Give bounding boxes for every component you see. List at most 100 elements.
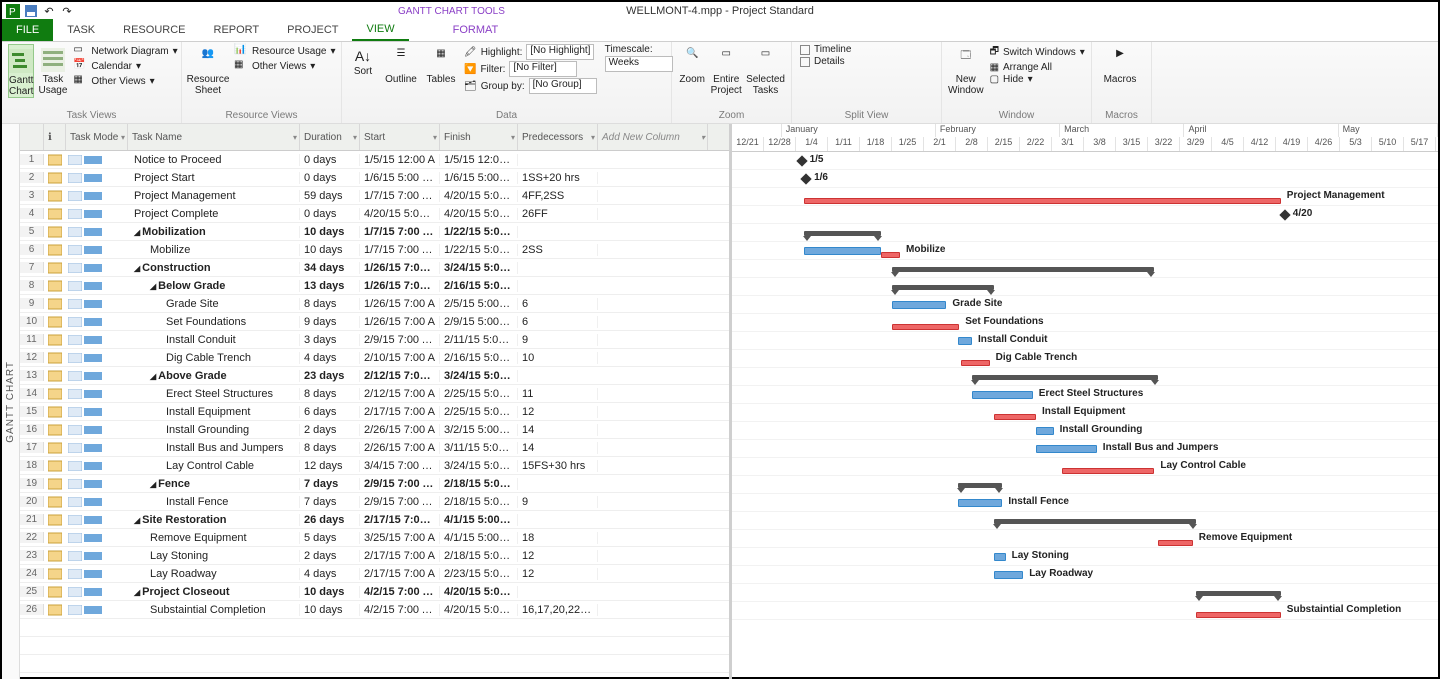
- timeline-check[interactable]: Timeline: [798, 44, 853, 55]
- entire-project-button[interactable]: ▭Entire Project: [710, 44, 742, 96]
- tab-report[interactable]: REPORT: [200, 19, 274, 41]
- gantt-bar[interactable]: [994, 414, 1036, 420]
- col-start[interactable]: Start▾: [360, 124, 440, 150]
- table-row[interactable]: 9Grade Site8 days1/26/15 7:00 A2/5/15 5:…: [20, 295, 729, 313]
- table-row[interactable]: 23Lay Stoning2 days2/17/15 7:00 A2/18/15…: [20, 547, 729, 565]
- table-row[interactable]: [20, 619, 729, 637]
- col-mode[interactable]: Task Mode▾: [66, 124, 128, 150]
- table-row[interactable]: 2Project Start0 days1/6/15 5:00 PM1/6/15…: [20, 169, 729, 187]
- sort-button[interactable]: A↓Sort: [348, 44, 378, 77]
- col-name[interactable]: Task Name▾: [128, 124, 300, 150]
- gantt-bar[interactable]: [972, 391, 1033, 399]
- gantt-bar[interactable]: [804, 198, 1281, 204]
- table-row[interactable]: [20, 655, 729, 673]
- resource-sheet-button[interactable]: 👥Resource Sheet: [188, 44, 228, 96]
- gantt-bar[interactable]: [994, 519, 1196, 524]
- table-row[interactable]: 10Set Foundations9 days1/26/15 7:00 A2/9…: [20, 313, 729, 331]
- table-row[interactable]: 15Install Equipment6 days2/17/15 7:00 A2…: [20, 403, 729, 421]
- gantt-bar[interactable]: [1196, 612, 1281, 618]
- task-usage-button[interactable]: Task Usage: [38, 44, 67, 96]
- new-window-button[interactable]: 🗔New Window: [948, 44, 984, 96]
- other-views2-button[interactable]: ▦Other Views ▾: [232, 59, 338, 73]
- filter-row[interactable]: 🔽 Filter: [No Filter]: [462, 61, 599, 77]
- gantt-bar[interactable]: [1196, 591, 1281, 596]
- table-row[interactable]: 12Dig Cable Trench4 days2/10/15 7:00 A2/…: [20, 349, 729, 367]
- table-row[interactable]: 25◢Project Closeout10 days4/2/15 7:00 AM…: [20, 583, 729, 601]
- milestone[interactable]: [1279, 209, 1290, 220]
- gantt-bar[interactable]: [1036, 445, 1097, 453]
- details-check[interactable]: Details: [798, 56, 853, 67]
- column-header[interactable]: ℹTask Mode▾Task Name▾Duration▾Start▾Fini…: [20, 124, 729, 151]
- tab-project[interactable]: PROJECT: [273, 19, 352, 41]
- resource-usage-button[interactable]: 📊Resource Usage ▾: [232, 44, 338, 58]
- tab-resource[interactable]: RESOURCE: [109, 19, 199, 41]
- other-views-button[interactable]: ▦Other Views ▾: [71, 74, 179, 88]
- tab-task[interactable]: TASK: [53, 19, 109, 41]
- gantt-bar[interactable]: [972, 375, 1158, 380]
- table-row[interactable]: 22Remove Equipment5 days3/25/15 7:00 A4/…: [20, 529, 729, 547]
- milestone[interactable]: [800, 173, 811, 184]
- gantt-bar[interactable]: [1062, 468, 1155, 474]
- table-row[interactable]: 17Install Bus and Jumpers8 days2/26/15 7…: [20, 439, 729, 457]
- col-add[interactable]: Add New Column▾: [598, 124, 708, 150]
- undo-icon[interactable]: ↶: [42, 4, 56, 18]
- hide-button[interactable]: ▢ Hide ▾: [988, 74, 1087, 85]
- selected-tasks-button[interactable]: ▭Selected Tasks: [746, 44, 785, 96]
- gantt-bar[interactable]: [804, 247, 881, 255]
- table-row[interactable]: [20, 637, 729, 655]
- network-diagram-button[interactable]: ▭Network Diagram ▾: [71, 44, 179, 58]
- gantt-bar[interactable]: [958, 499, 1003, 507]
- outline-button[interactable]: ☰Outline: [384, 44, 418, 85]
- table-row[interactable]: 14Erect Steel Structures8 days2/12/15 7:…: [20, 385, 729, 403]
- col-finish[interactable]: Finish▾: [440, 124, 518, 150]
- redo-icon[interactable]: ↷: [60, 4, 74, 18]
- gantt-bar[interactable]: [892, 324, 959, 330]
- highlight-row[interactable]: 🖍 Highlight: [No Highlight]: [462, 44, 599, 60]
- table-row[interactable]: 1Notice to Proceed0 days1/5/15 12:00 A1/…: [20, 151, 729, 169]
- table-row[interactable]: 3Project Management59 days1/7/15 7:00 AM…: [20, 187, 729, 205]
- table-row[interactable]: 5◢Mobilization10 days1/7/15 7:00 AM1/22/…: [20, 223, 729, 241]
- gantt-bar[interactable]: [1036, 427, 1054, 435]
- timescale-select[interactable]: Weeks: [603, 56, 675, 72]
- gantt-bar[interactable]: [958, 337, 972, 345]
- table-row[interactable]: 26Substaintial Completion10 days4/2/15 7…: [20, 601, 729, 619]
- arrange-all-button[interactable]: ▦ Arrange All: [988, 62, 1087, 73]
- zoom-button[interactable]: 🔍Zoom: [678, 44, 706, 85]
- tab-file[interactable]: FILE: [2, 19, 53, 41]
- table-row[interactable]: 7◢Construction34 days1/26/15 7:00 A3/24/…: [20, 259, 729, 277]
- table-row[interactable]: 13◢Above Grade23 days2/12/15 7:00 A3/24/…: [20, 367, 729, 385]
- gantt-bar[interactable]: [1158, 540, 1193, 546]
- gantt-bar[interactable]: [892, 285, 994, 290]
- tables-button[interactable]: ▦Tables: [424, 44, 458, 85]
- table-row[interactable]: 8◢Below Grade13 days1/26/15 7:00 A2/16/1…: [20, 277, 729, 295]
- gantt-bar[interactable]: [804, 231, 881, 236]
- milestone[interactable]: [796, 155, 807, 166]
- table-row[interactable]: 19◢Fence7 days2/9/15 7:00 AM2/18/15 5:00…: [20, 475, 729, 493]
- table-row[interactable]: 4Project Complete0 days4/20/15 5:00 PM4/…: [20, 205, 729, 223]
- table-row[interactable]: 18Lay Control Cable12 days3/4/15 7:00 AM…: [20, 457, 729, 475]
- gantt-chart-area[interactable]: JanuaryFebruaryMarchAprilMay 12/2112/281…: [732, 124, 1438, 679]
- gantt-bar[interactable]: [994, 553, 1005, 561]
- gantt-bar[interactable]: [892, 301, 946, 309]
- save-icon[interactable]: [24, 4, 38, 18]
- table-row[interactable]: 20Install Fence7 days2/9/15 7:00 AM2/18/…: [20, 493, 729, 511]
- table-row[interactable]: 16Install Grounding2 days2/26/15 7:00 A3…: [20, 421, 729, 439]
- table-row[interactable]: 21◢Site Restoration26 days2/17/15 7:00 A…: [20, 511, 729, 529]
- gantt-bar[interactable]: [958, 483, 1003, 488]
- macros-button[interactable]: ▶Macros: [1098, 44, 1142, 85]
- tab-format[interactable]: FORMAT: [439, 19, 513, 41]
- table-row[interactable]: [20, 673, 729, 679]
- gantt-bar[interactable]: [994, 571, 1023, 579]
- table-row[interactable]: 11Install Conduit3 days2/9/15 7:00 AM2/1…: [20, 331, 729, 349]
- table-row[interactable]: 6Mobilize10 days1/7/15 7:00 AM1/22/15 5:…: [20, 241, 729, 259]
- col-ind[interactable]: ℹ: [44, 124, 66, 150]
- gantt-bar[interactable]: [892, 267, 1154, 272]
- gantt-chart-button[interactable]: Gantt Chart: [8, 44, 34, 98]
- col-dur[interactable]: Duration▾: [300, 124, 360, 150]
- calendar-button[interactable]: 📅Calendar ▾: [71, 59, 179, 73]
- group-row[interactable]: 🗂 Group by: [No Group]: [462, 78, 599, 94]
- table-row[interactable]: 24Lay Roadway4 days2/17/15 7:00 A2/23/15…: [20, 565, 729, 583]
- gantt-bar[interactable]: [961, 360, 990, 366]
- col-rownum[interactable]: [20, 124, 44, 150]
- col-pred[interactable]: Predecessors▾: [518, 124, 598, 150]
